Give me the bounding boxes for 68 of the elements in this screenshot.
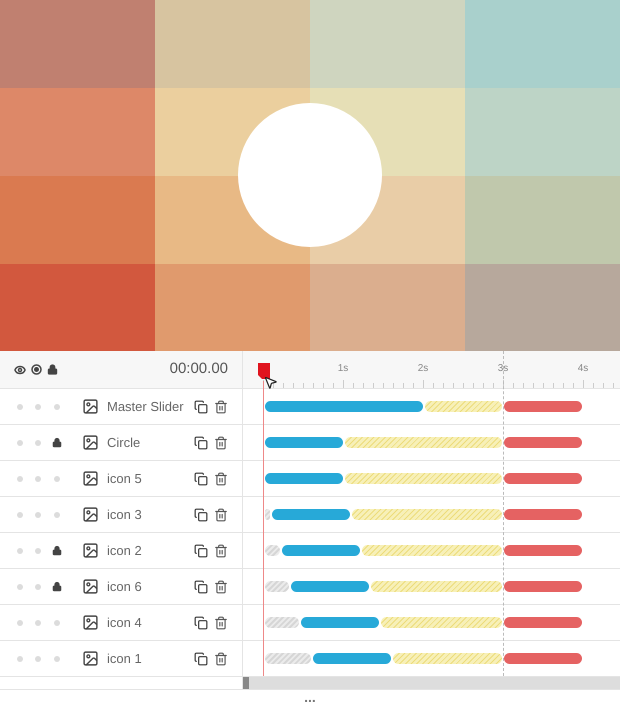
animation-out-bar[interactable] xyxy=(504,509,582,520)
ruler-label: 4s xyxy=(578,362,588,376)
layer-name[interactable]: icon 4 xyxy=(107,612,194,632)
image-icon xyxy=(82,434,99,451)
delete-icon[interactable] xyxy=(214,544,228,558)
duplicate-icon[interactable] xyxy=(194,472,208,486)
animation-in-bar[interactable] xyxy=(291,581,369,592)
more-handle[interactable]: ... xyxy=(304,690,316,704)
animation-in-bar[interactable] xyxy=(301,617,379,628)
layer-name[interactable]: icon 3 xyxy=(107,504,194,524)
delete-icon[interactable] xyxy=(214,508,228,522)
duplicate-icon[interactable] xyxy=(194,544,208,558)
lock-icon[interactable] xyxy=(47,364,58,375)
duplicate-icon[interactable] xyxy=(194,580,208,594)
animation-in-bar[interactable] xyxy=(282,545,360,556)
duplicate-icon[interactable] xyxy=(194,400,208,414)
delete-icon[interactable] xyxy=(214,616,228,630)
animation-out-bar[interactable] xyxy=(504,473,582,484)
animation-in-bar[interactable] xyxy=(265,437,343,448)
layer-name[interactable]: icon 2 xyxy=(107,540,194,560)
image-icon xyxy=(82,578,99,595)
layer-name[interactable]: icon 5 xyxy=(107,468,194,488)
image-icon xyxy=(82,614,99,631)
delay-bar[interactable] xyxy=(265,509,270,520)
delay-bar[interactable] xyxy=(265,581,289,592)
duplicate-icon[interactable] xyxy=(194,652,208,666)
image-icon xyxy=(82,506,99,523)
delete-icon[interactable] xyxy=(214,580,228,594)
image-icon xyxy=(82,650,99,667)
image-icon xyxy=(82,470,99,487)
image-icon xyxy=(82,542,99,559)
animation-in-bar[interactable] xyxy=(313,653,391,664)
current-time: 00:00.00 xyxy=(170,359,228,380)
delete-icon[interactable] xyxy=(214,472,228,486)
duplicate-icon[interactable] xyxy=(194,616,208,630)
ruler-label: 2s xyxy=(418,362,428,376)
delay-bar[interactable] xyxy=(265,653,311,664)
animation-in-bar[interactable] xyxy=(265,473,343,484)
playhead-handle[interactable] xyxy=(258,363,270,379)
animation-out-bar[interactable] xyxy=(504,545,582,556)
ruler-label: 3s xyxy=(498,362,508,376)
duplicate-icon[interactable] xyxy=(194,508,208,522)
layer-name[interactable]: icon 6 xyxy=(107,576,194,596)
delay-bar[interactable] xyxy=(265,545,280,556)
layer-name[interactable]: Circle xyxy=(107,432,194,452)
layer-name[interactable]: icon 1 xyxy=(107,648,194,668)
animation-out-bar[interactable] xyxy=(504,653,582,664)
animation-out-bar[interactable] xyxy=(504,401,582,412)
animation-out-bar[interactable] xyxy=(504,437,582,448)
scrollbar-track[interactable] xyxy=(243,677,620,689)
animation-out-bar[interactable] xyxy=(504,581,582,592)
scrollbar-thumb[interactable] xyxy=(243,677,249,689)
delete-icon[interactable] xyxy=(214,652,228,666)
wait-bar[interactable] xyxy=(425,401,502,412)
layer-name[interactable]: Master Slider xyxy=(107,396,194,416)
eye-icon[interactable] xyxy=(14,364,26,376)
duplicate-icon[interactable] xyxy=(194,436,208,450)
ruler-label: 1s xyxy=(338,362,348,376)
lock-icon[interactable] xyxy=(52,437,62,448)
lock-icon[interactable] xyxy=(52,545,62,556)
record-icon[interactable] xyxy=(31,364,42,375)
animation-in-bar[interactable] xyxy=(272,509,350,520)
animation-out-bar[interactable] xyxy=(504,617,582,628)
image-icon xyxy=(82,398,99,415)
lock-icon[interactable] xyxy=(52,581,62,592)
delete-icon[interactable] xyxy=(214,436,228,450)
delay-bar[interactable] xyxy=(265,617,299,628)
delete-icon[interactable] xyxy=(214,400,228,414)
